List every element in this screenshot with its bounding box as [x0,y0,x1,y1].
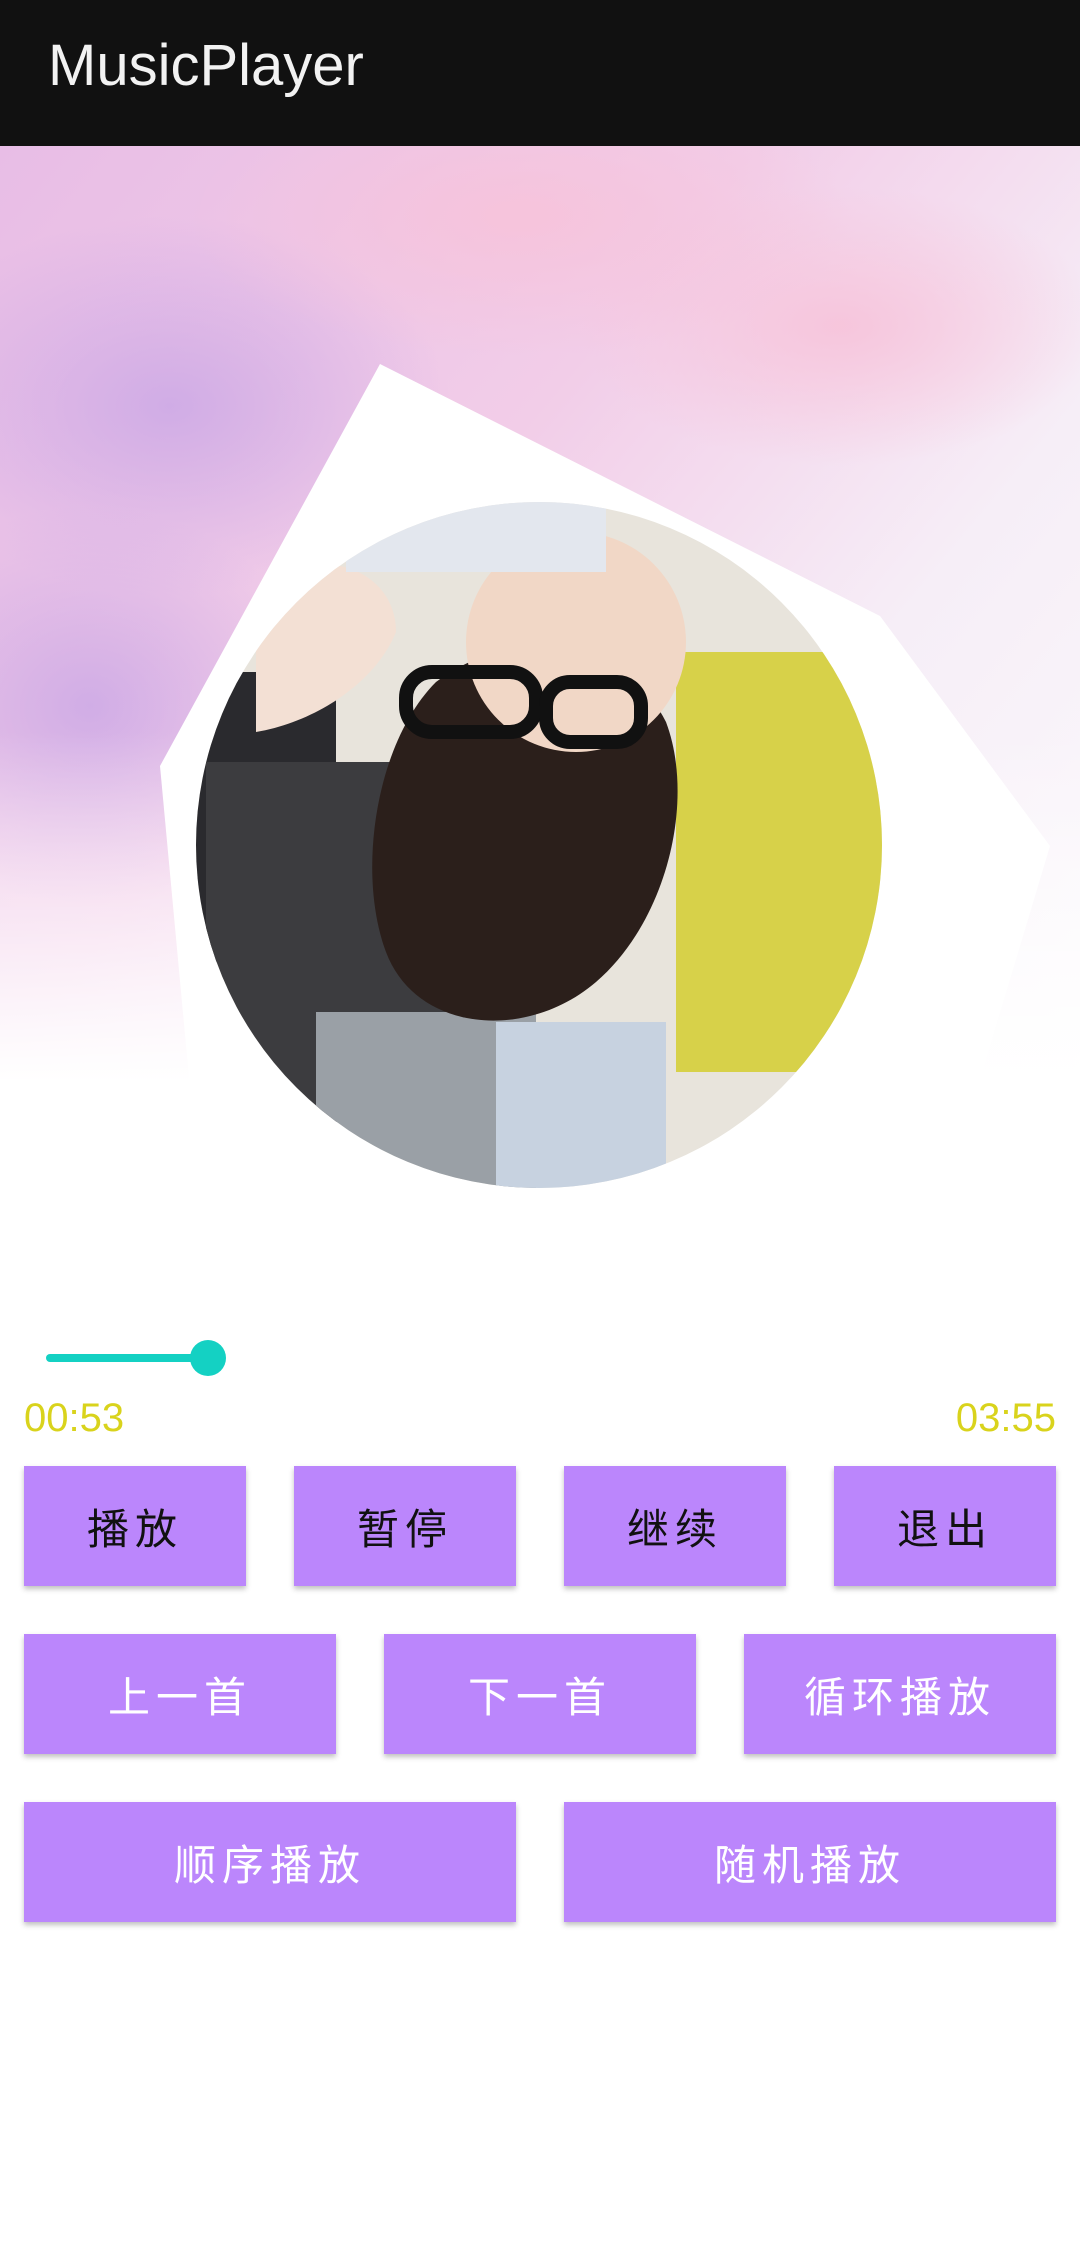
album-cover [196,502,882,1188]
previous-button[interactable]: 上一首 [24,1634,336,1754]
app-title: MusicPlayer [48,33,364,98]
pause-button[interactable]: 暂停 [294,1466,516,1586]
shuffle-play-button[interactable]: 随机播放 [564,1802,1056,1922]
app-bar: MusicPlayer [0,0,1080,146]
sequential-play-button[interactable]: 顺序播放 [24,1802,516,1922]
resume-button[interactable]: 继续 [564,1466,786,1586]
exit-button[interactable]: 退出 [834,1466,1056,1586]
current-time: 00:53 [24,1396,125,1440]
album-cover-image [196,502,882,1188]
loop-play-button[interactable]: 循环播放 [744,1634,1056,1754]
play-button[interactable]: 播放 [24,1466,246,1586]
total-time: 03:55 [955,1396,1056,1440]
progress-thumb[interactable] [190,1340,226,1376]
next-button[interactable]: 下一首 [384,1634,696,1754]
progress-fill [46,1354,208,1362]
progress-slider[interactable] [46,1326,1034,1390]
